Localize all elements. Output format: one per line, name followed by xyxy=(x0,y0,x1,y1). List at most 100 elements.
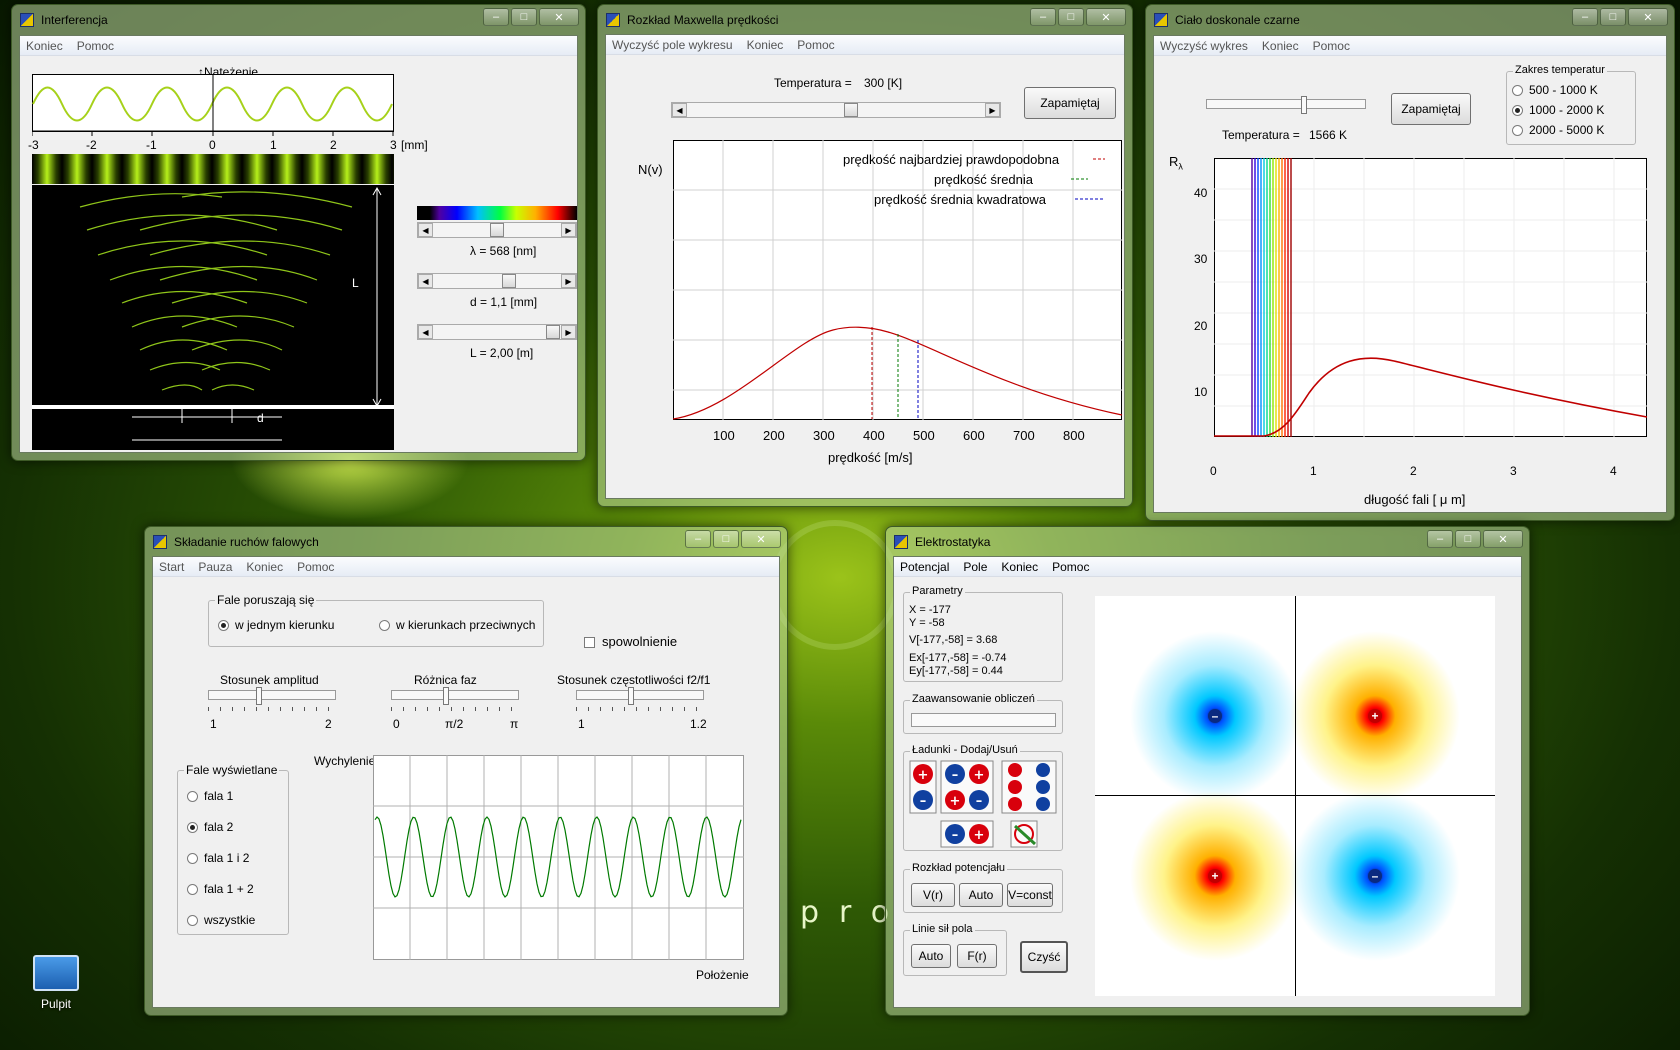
minimize-icon[interactable]: – xyxy=(483,8,509,26)
group-label: Fale poruszają się xyxy=(215,593,317,607)
menu-potencjal[interactable]: Potencjal xyxy=(900,560,949,574)
slider-thumb[interactable] xyxy=(443,687,449,705)
minimize-icon[interactable]: – xyxy=(1427,530,1453,548)
freq-ratio-slider[interactable] xyxy=(576,687,704,713)
menubar: Wyczyść wykres Koniec Pomoc xyxy=(1154,36,1666,56)
slowdown-checkbox[interactable] xyxy=(584,637,595,648)
svg-text:–: – xyxy=(920,794,927,809)
range-option-2[interactable]: 1000 - 2000 K xyxy=(1512,103,1604,117)
menu-pauza[interactable]: Pauza xyxy=(198,560,232,574)
menu-koniec[interactable]: Koniec xyxy=(1001,560,1038,574)
save-button[interactable]: Zapamiętaj xyxy=(1024,87,1116,119)
slider-track xyxy=(576,690,704,700)
field-lines-fr-button[interactable]: F(r) xyxy=(957,944,997,968)
scroll-right-arrow[interactable]: ▶ xyxy=(561,325,576,339)
clear-button[interactable]: Czyść xyxy=(1020,941,1068,973)
phase-diff-slider[interactable] xyxy=(391,687,519,713)
scroll-left-arrow[interactable]: ◀ xyxy=(672,103,687,117)
potential-auto-button[interactable]: Auto xyxy=(959,883,1003,907)
slider-thumb[interactable] xyxy=(628,687,634,705)
radio-icon xyxy=(187,883,198,895)
scroll-left-arrow[interactable]: ◀ xyxy=(418,325,433,339)
menu-clear-plot[interactable]: Wyczyść pole wykresu xyxy=(612,38,733,52)
potential-vconst-button[interactable]: V=const xyxy=(1007,883,1053,907)
show-fala1plus2[interactable]: fala 1 + 2 xyxy=(187,882,254,896)
temperature-slider[interactable]: ◀ ▶ xyxy=(671,102,1001,118)
minimize-icon[interactable]: – xyxy=(685,530,711,548)
menu-koniec[interactable]: Koniec xyxy=(747,38,784,52)
slider-thumb[interactable] xyxy=(1301,96,1307,114)
potential-vr-button[interactable]: V(r) xyxy=(911,883,955,907)
field-lines-auto-button[interactable]: Auto xyxy=(911,944,951,968)
window-title: Interferencja xyxy=(41,13,108,27)
x-tick: 600 xyxy=(963,428,985,443)
close-icon[interactable]: ✕ xyxy=(741,530,781,548)
menu-koniec[interactable]: Koniec xyxy=(246,560,283,574)
minimize-icon[interactable]: – xyxy=(1572,8,1598,26)
wave-field xyxy=(32,185,394,450)
slider-thumb[interactable] xyxy=(490,223,504,237)
lambda-slider[interactable]: ◀ ▶ xyxy=(417,222,577,238)
slider-thumb[interactable] xyxy=(844,103,858,117)
range-option-3[interactable]: 2000 - 5000 K xyxy=(1512,123,1604,137)
close-icon[interactable]: ✕ xyxy=(1483,530,1523,548)
menu-koniec[interactable]: Koniec xyxy=(1262,39,1299,53)
temperature-slider[interactable] xyxy=(1206,96,1366,122)
maximize-icon[interactable]: □ xyxy=(713,530,739,548)
menu-pole[interactable]: Pole xyxy=(963,560,987,574)
maximize-icon[interactable]: □ xyxy=(1600,8,1626,26)
fringe-pattern xyxy=(32,154,394,184)
slider-thumb[interactable] xyxy=(256,687,262,705)
menu-pomoc[interactable]: Pomoc xyxy=(1313,39,1350,53)
x-unit: [mm] xyxy=(401,138,428,152)
maximize-icon[interactable]: □ xyxy=(511,8,537,26)
close-icon[interactable]: ✕ xyxy=(1086,8,1126,26)
menu-pomoc[interactable]: Pomoc xyxy=(77,39,114,53)
show-fala1[interactable]: fala 1 xyxy=(187,789,233,803)
d-slider[interactable]: ◀ ▶ xyxy=(417,273,577,289)
group-label: Zakres temperatur xyxy=(1513,64,1607,76)
menu-start[interactable]: Start xyxy=(159,560,184,574)
maximize-icon[interactable]: □ xyxy=(1058,8,1084,26)
app-icon xyxy=(1154,13,1168,27)
range-option-1[interactable]: 500 - 1000 K xyxy=(1512,83,1598,97)
show-fala1i2[interactable]: fala 1 i 2 xyxy=(187,851,249,865)
param-ex: Ex[-177,-58] = -0.74 xyxy=(909,652,1007,664)
scroll-right-arrow[interactable]: ▶ xyxy=(561,223,576,237)
amplitude-ratio-slider[interactable] xyxy=(208,687,336,713)
minimize-icon[interactable]: – xyxy=(1030,8,1056,26)
menu-pomoc[interactable]: Pomoc xyxy=(1052,560,1089,574)
x-tick: 400 xyxy=(863,428,885,443)
direction-same[interactable]: w jednym kierunku xyxy=(218,618,334,632)
close-icon[interactable]: ✕ xyxy=(1628,8,1668,26)
slider-thumb[interactable] xyxy=(546,325,560,339)
save-button[interactable]: Zapamiętaj xyxy=(1391,93,1471,125)
menu-koniec[interactable]: Koniec xyxy=(26,39,63,53)
desktop-icon-pulpit[interactable]: Pulpit xyxy=(30,955,82,1011)
menu-clear-plot[interactable]: Wyczyść wykres xyxy=(1160,39,1248,53)
potential-field-canvas[interactable]: – + + – xyxy=(1095,596,1495,996)
x-tick: -1 xyxy=(146,138,157,152)
charge-buttons[interactable]: + – – + + – – + xyxy=(909,760,1059,848)
menu-pomoc[interactable]: Pomoc xyxy=(297,560,334,574)
scroll-left-arrow[interactable]: ◀ xyxy=(418,274,433,288)
slider-thumb[interactable] xyxy=(502,274,516,288)
svg-text:–: – xyxy=(952,828,959,843)
L-slider[interactable]: ◀ ▶ xyxy=(417,324,577,340)
svg-text:+: + xyxy=(918,768,929,783)
direction-opposite[interactable]: w kierunkach przeciwnych xyxy=(379,618,535,632)
show-fala2[interactable]: fala 2 xyxy=(187,820,233,834)
menu-pomoc[interactable]: Pomoc xyxy=(797,38,834,52)
desktop-icon-label: Pulpit xyxy=(40,997,72,1011)
scroll-right-arrow[interactable]: ▶ xyxy=(985,103,1000,117)
show-all[interactable]: wszystkie xyxy=(187,913,255,927)
scroll-right-arrow[interactable]: ▶ xyxy=(561,274,576,288)
close-icon[interactable]: ✕ xyxy=(539,8,579,26)
scroll-left-arrow[interactable]: ◀ xyxy=(418,223,433,237)
svg-text:–: – xyxy=(952,768,959,783)
x-tick: 700 xyxy=(1013,428,1035,443)
x-tick: 3 xyxy=(390,138,397,152)
window-title: Składanie ruchów falowych xyxy=(174,535,319,549)
maximize-icon[interactable]: □ xyxy=(1455,530,1481,548)
plus-icon: + xyxy=(1368,709,1382,723)
